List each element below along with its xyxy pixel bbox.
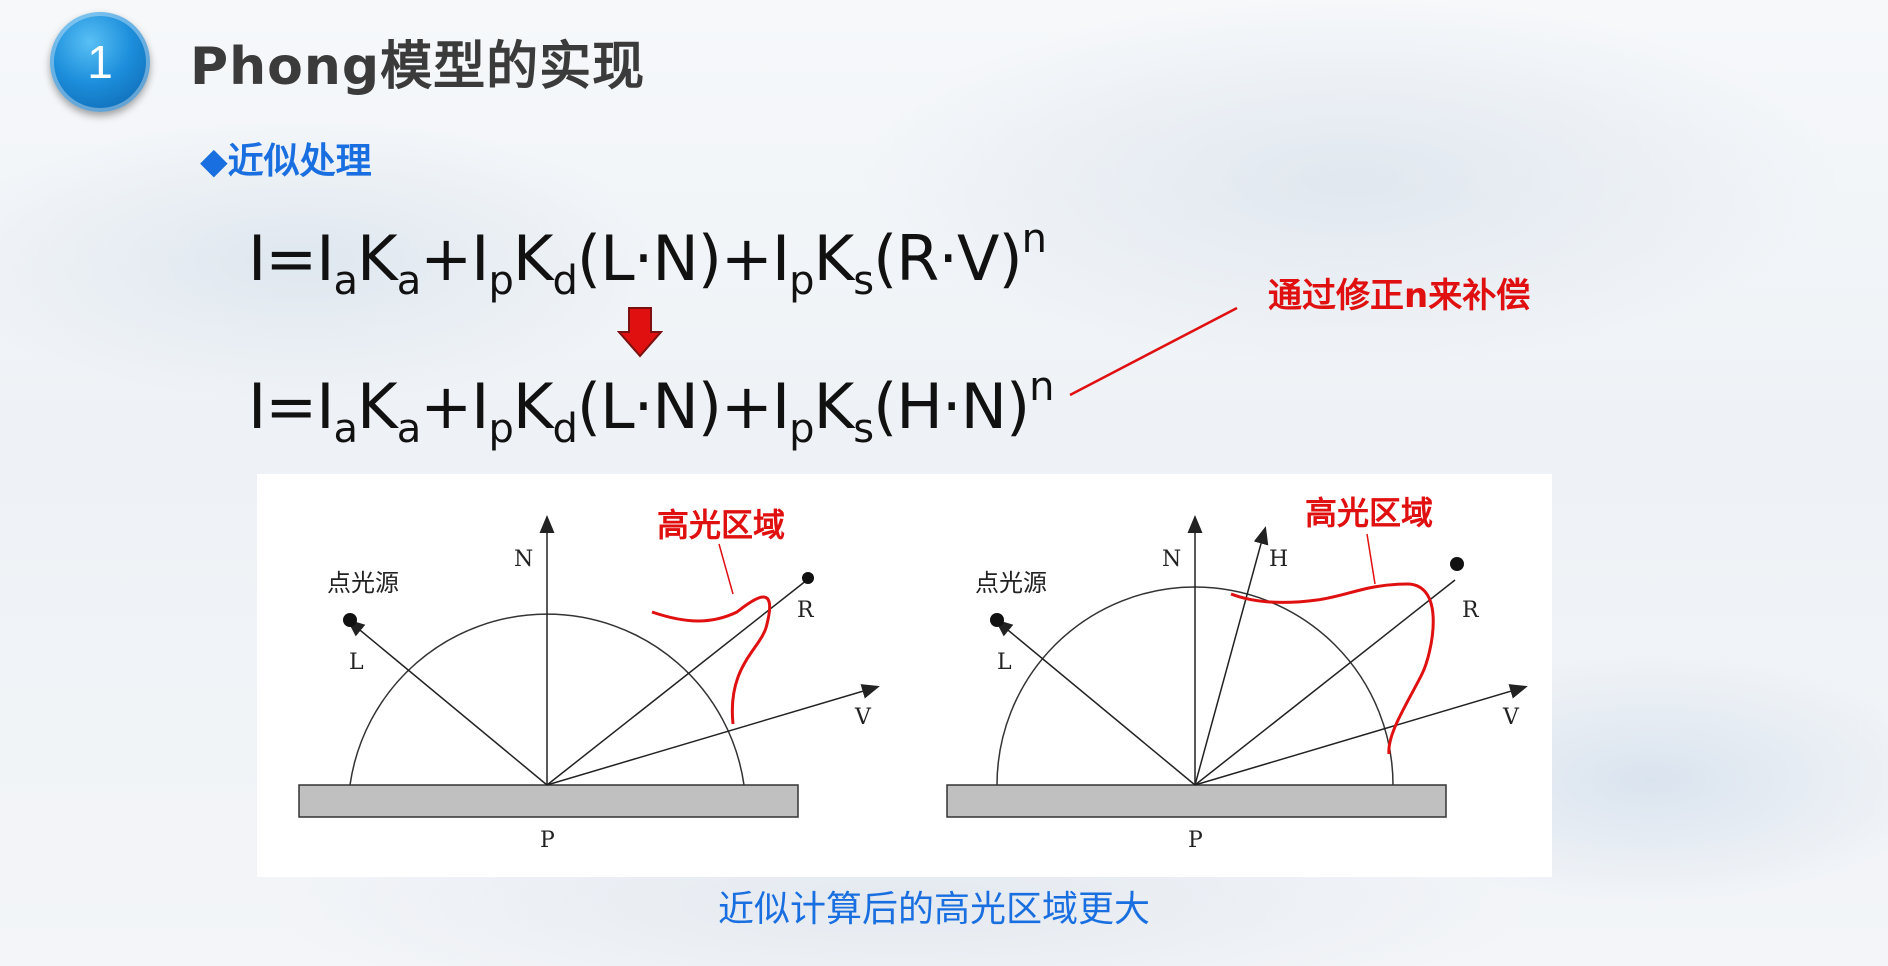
- left-light-source-icon: [343, 613, 357, 627]
- diagram-panel: 点光源 N L R V P 高光区域 点光源 N H L R V P 高光区域: [257, 474, 1552, 877]
- left-label-N: N: [514, 547, 533, 572]
- left-highlight-label: 高光区域: [657, 506, 785, 544]
- left-label-V: V: [854, 705, 872, 730]
- diagram-caption: 近似计算后的高光区域更大: [718, 889, 1151, 930]
- note-text: 通过修正n来补偿: [1268, 276, 1531, 316]
- right-highlight-leader: [1366, 533, 1376, 585]
- right-label-V: V: [1502, 705, 1520, 730]
- left-label-L: L: [349, 650, 364, 675]
- right-label-R: R: [1462, 598, 1480, 623]
- left-surface: [298, 784, 799, 818]
- left-label-R: R: [797, 598, 815, 623]
- right-reflect-point-icon: [1450, 557, 1464, 571]
- right-label-N: N: [1162, 547, 1181, 572]
- left-label-P: P: [540, 828, 555, 853]
- right-highlight-curve: [1230, 582, 1435, 755]
- right-label-P: P: [1188, 828, 1203, 853]
- right-view-arrow: [1194, 684, 1528, 786]
- left-highlight-leader: [718, 543, 734, 595]
- right-halfway-arrow: [1194, 526, 1269, 786]
- right-light-source-icon: [990, 613, 1004, 627]
- left-light-arrow: [346, 619, 548, 786]
- right-highlight-label: 高光区域: [1305, 494, 1433, 532]
- right-surface: [946, 784, 1447, 818]
- right-diagram: 点光源 N H L R V P 高光区域: [946, 494, 1528, 853]
- right-label-L: L: [997, 650, 1012, 675]
- right-light-arrow: [994, 619, 1196, 786]
- right-label-light: 点光源: [975, 569, 1047, 597]
- left-diagram: 点光源 N L R V P 高光区域: [298, 506, 880, 853]
- left-highlight-curve: [651, 595, 772, 725]
- left-reflect-point-icon: [802, 572, 814, 584]
- right-label-H: H: [1269, 547, 1288, 572]
- left-label-light: 点光源: [327, 569, 399, 597]
